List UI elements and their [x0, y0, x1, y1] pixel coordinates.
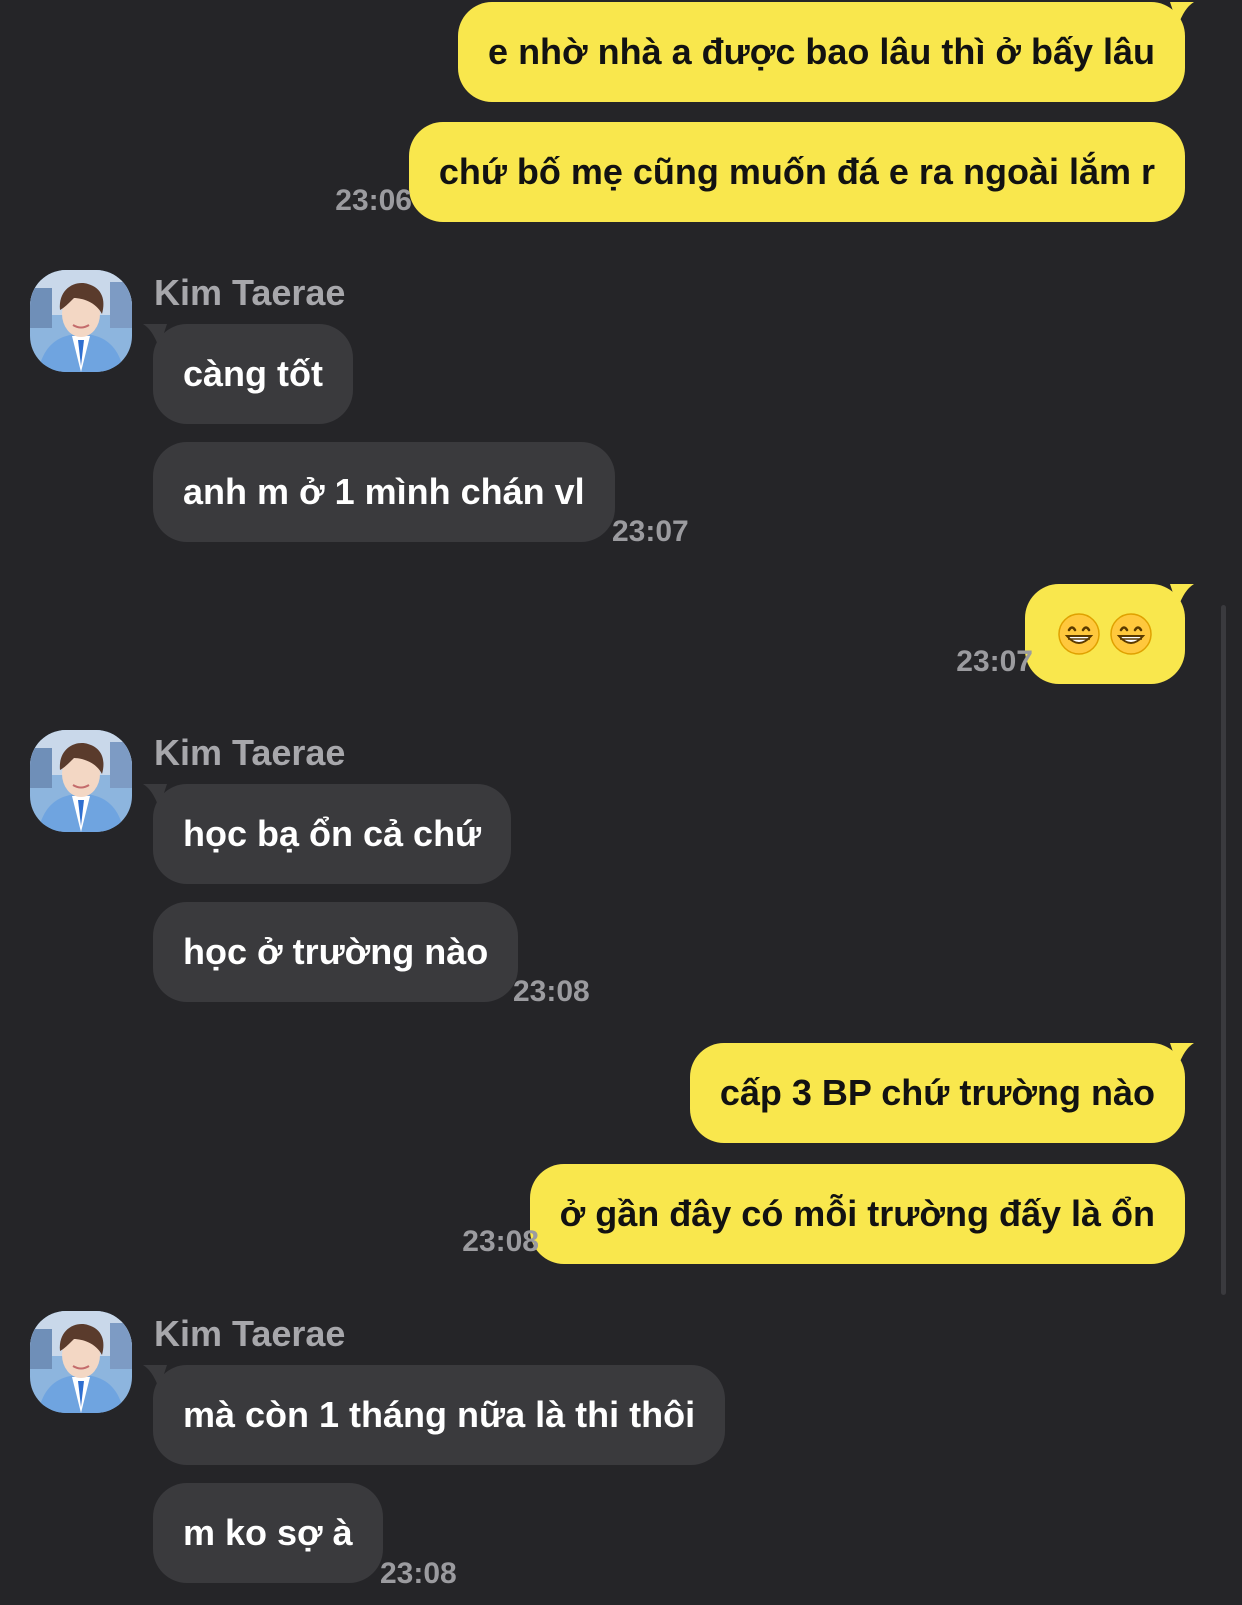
bubble-tail-icon [1170, 2, 1194, 26]
bubble-tail-icon [1170, 584, 1194, 608]
scrollbar[interactable] [1221, 605, 1226, 1295]
grinning-face-with-smiling-eyes-icon [1110, 613, 1152, 655]
sender-name: Kim Taerae [154, 272, 346, 313]
contact-avatar[interactable] [30, 270, 132, 372]
incoming-message-bubble[interactable]: anh m ở 1 mình chán vl [153, 442, 615, 542]
contact-avatar[interactable] [30, 730, 132, 832]
message-text: học ở trường nào [183, 931, 489, 972]
message-timestamp: 23:07 [612, 515, 689, 548]
incoming-message-bubble[interactable]: học ở trường nào [153, 902, 519, 1002]
grinning-face-with-smiling-eyes-icon [1058, 613, 1100, 655]
message-text: e nhờ nhà a được bao lâu thì ở bấy lâu [488, 31, 1155, 72]
message-timestamp: 23:06 [335, 184, 412, 217]
outgoing-message-bubble[interactable]: ở gần đây có mỗi trường đấy là ổn [529, 1164, 1185, 1264]
avatar-photo [30, 270, 132, 372]
bubble-tail-icon [1170, 1043, 1194, 1067]
outgoing-message-bubble[interactable]: chứ bố mẹ cũng muốn đá e ra ngoài lắm r [408, 122, 1185, 222]
message-text: càng tốt [183, 353, 323, 394]
message-timestamp: 23:08 [513, 975, 590, 1008]
message-text: học bạ ổn cả chứ [183, 813, 482, 854]
message-text: mà còn 1 tháng nữa là thi thôi [183, 1394, 696, 1435]
sender-name: Kim Taerae [154, 1313, 346, 1354]
incoming-message-bubble[interactable]: càng tốt [153, 324, 353, 424]
message-text: chứ bố mẹ cũng muốn đá e ra ngoài lắm r [438, 151, 1155, 192]
contact-avatar[interactable] [30, 1311, 132, 1413]
bubble-tail-icon [143, 784, 167, 808]
avatar-photo [30, 730, 132, 832]
message-timestamp: 23:07 [956, 645, 1033, 678]
incoming-message-bubble[interactable]: mà còn 1 tháng nữa là thi thôi [153, 1365, 726, 1465]
message-text: cấp 3 BP chứ trường nào [719, 1072, 1155, 1113]
message-text: anh m ở 1 mình chán vl [183, 471, 585, 512]
message-text: m ko sợ à [183, 1512, 353, 1553]
message-timestamp: 23:08 [462, 1225, 539, 1258]
avatar-photo [30, 1311, 132, 1413]
message-text: ở gần đây có mỗi trường đấy là ổn [559, 1193, 1155, 1234]
message-timestamp: 23:08 [380, 1557, 457, 1590]
incoming-message-bubble[interactable]: m ko sợ à [153, 1483, 383, 1583]
incoming-message-bubble[interactable]: học bạ ổn cả chứ [153, 784, 512, 884]
sender-name: Kim Taerae [154, 732, 346, 773]
outgoing-message-bubble[interactable]: cấp 3 BP chứ trường nào [689, 1043, 1185, 1143]
outgoing-emoji-bubble[interactable] [1025, 584, 1185, 684]
bubble-tail-icon [143, 1365, 167, 1389]
bubble-tail-icon [143, 324, 167, 348]
outgoing-message-bubble[interactable]: e nhờ nhà a được bao lâu thì ở bấy lâu [458, 2, 1185, 102]
